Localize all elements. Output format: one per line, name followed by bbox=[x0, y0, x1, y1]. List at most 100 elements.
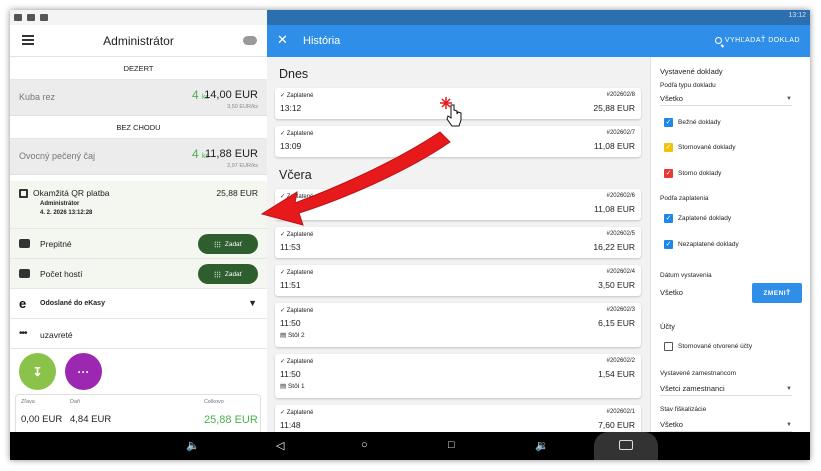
checkbox-unpaid-docs[interactable]: ✓ bbox=[664, 240, 673, 249]
doc-status: ✓ Zaplatené bbox=[280, 131, 314, 137]
doc-amount: 6,15 EUR bbox=[598, 318, 635, 328]
volume-down-icon[interactable]: 🔈 bbox=[186, 439, 200, 452]
checkbox-regular-docs[interactable]: ✓ bbox=[664, 118, 673, 127]
checkbox-canceled-open-accounts[interactable] bbox=[664, 342, 673, 351]
document-card[interactable]: ✓ Zaplatené #202602/7 13:09 11,08 EUR bbox=[275, 126, 641, 157]
camera-icon bbox=[619, 440, 633, 450]
qr-payment-row[interactable]: Okamžitá QR platba Administrátor 4. 2. 2… bbox=[10, 181, 267, 229]
paid-docs-label: Zaplatené doklady bbox=[678, 215, 732, 222]
tax-value: 4,84 EUR bbox=[70, 414, 112, 425]
doc-table: ▤ Stôl 2 bbox=[280, 332, 305, 339]
doc-status: ✓ Zaplatené bbox=[280, 93, 314, 99]
doc-time: 11:50 bbox=[280, 318, 301, 328]
doc-number: #202602/8 bbox=[606, 92, 635, 98]
checkbox-canceled-docs[interactable]: ✓ bbox=[664, 143, 673, 152]
tax-label: Daň bbox=[70, 399, 81, 405]
order-panel: Administrátor DEZERT Kuba rez 4 ks 14,00… bbox=[10, 10, 267, 432]
document-card[interactable]: ✓ Zaplatené #202602/3 11:50 6,15 EUR ▤ S… bbox=[275, 303, 641, 347]
tip-hand-icon bbox=[19, 239, 30, 248]
chevron-down-icon[interactable]: ▼ bbox=[248, 298, 257, 308]
volume-up-icon[interactable]: 🔉 bbox=[535, 439, 549, 452]
document-card[interactable]: ✓ Zaplatené #202602/8 13:12 25,88 EUR bbox=[275, 88, 641, 119]
enter-tip-button[interactable]: Zadať bbox=[198, 234, 258, 254]
document-card[interactable]: ✓ Zaplatené #202602/2 11:50 1,54 EUR ▤ S… bbox=[275, 354, 641, 398]
guests-label: Počet hostí bbox=[40, 269, 83, 279]
system-nav-bar: 🔈 ◁ ○ □ 🔉 bbox=[10, 432, 810, 460]
payment-amount: 25,88 EUR bbox=[216, 188, 258, 198]
doc-number: #202602/5 bbox=[606, 231, 635, 237]
status-bar-left bbox=[10, 10, 267, 25]
doc-amount: 1,54 EUR bbox=[598, 369, 635, 379]
doc-status: ✓ Zaplatené bbox=[280, 308, 314, 314]
order-item[interactable]: Ovocný pečený čaj 4 ks 11,88 EUR 2,97 EU… bbox=[10, 139, 267, 175]
closed-row[interactable]: ••• uzavreté bbox=[10, 319, 267, 349]
recents-icon[interactable]: □ bbox=[448, 439, 455, 451]
document-card[interactable]: ✓ Zaplatené #202602/6 11,08 EUR bbox=[275, 189, 641, 220]
doc-number: #202602/1 bbox=[606, 409, 635, 415]
unpaid-docs-label: Nezaplatené doklady bbox=[678, 241, 739, 248]
more-dots-icon: ••• bbox=[19, 328, 27, 339]
download-button[interactable]: ↧ bbox=[19, 353, 56, 390]
doc-status: ✓ Zaplatené bbox=[280, 194, 314, 200]
order-item[interactable]: Kuba rez 4 ks 14,00 EUR 3,50 EUR/ks bbox=[10, 80, 267, 116]
network-icon bbox=[754, 14, 774, 20]
totals-card: Zľava 0,00 EUR Daň 4,84 EUR Celkovo 25,8… bbox=[15, 394, 261, 432]
closed-label: uzavreté bbox=[40, 330, 73, 340]
doc-amount: 11,08 EUR bbox=[594, 141, 635, 151]
storno-docs-label: Storno doklady bbox=[678, 170, 722, 177]
gallery-notification-icon bbox=[27, 14, 35, 21]
checkbox-storno-docs[interactable]: ✓ bbox=[664, 169, 673, 178]
ekasy-label: Odoslané do eKasy bbox=[40, 300, 105, 307]
doc-time: 11:51 bbox=[280, 280, 301, 290]
hamburger-menu-icon[interactable] bbox=[22, 35, 34, 45]
dropdown-caret-icon: ▼ bbox=[786, 96, 792, 102]
doc-number: #202602/6 bbox=[606, 193, 635, 199]
document-card[interactable]: ✓ Zaplatené #202602/5 11:53 16,22 EUR bbox=[275, 227, 641, 258]
doc-time: 13:12 bbox=[280, 103, 302, 113]
table-icon: ▤ bbox=[280, 332, 287, 339]
status-bar: 13:12 bbox=[267, 10, 810, 25]
table-icon: ▤ bbox=[280, 383, 287, 390]
change-date-button[interactable]: ZMENIŤ bbox=[752, 283, 802, 303]
regular-docs-label: Bežné doklady bbox=[678, 119, 721, 126]
doc-type-select[interactable]: Všetko ▼ bbox=[660, 94, 792, 106]
doc-amount: 7,60 EUR bbox=[598, 420, 635, 430]
doc-time: 11:50 bbox=[280, 369, 301, 379]
item-unit-price: 2,97 EUR/ks bbox=[227, 163, 258, 169]
discount-value: 0,00 EUR bbox=[21, 414, 63, 425]
fiscal-status-label: Stav fiškalizácie bbox=[660, 406, 707, 413]
item-price: 14,00 EUR bbox=[204, 89, 258, 101]
doc-amount: 25,88 EUR bbox=[593, 103, 635, 113]
ekasy-row[interactable]: e Odoslané do eKasy ▼ bbox=[10, 289, 267, 319]
document-card[interactable]: ✓ Zaplatené #202602/1 11:48 7,60 EUR bbox=[275, 405, 641, 432]
keypad-icon bbox=[213, 270, 221, 278]
keypad-icon bbox=[213, 240, 221, 248]
employee-select[interactable]: Všetci zamestnanci ▼ bbox=[660, 384, 792, 396]
canceled-docs-label: Stornované doklady bbox=[678, 144, 736, 151]
payment-user: Administrátor bbox=[40, 201, 80, 207]
back-icon[interactable]: ◁ bbox=[276, 439, 284, 452]
employee-filter-label: Vystavené zamestnancom bbox=[660, 370, 736, 377]
screenshot-button[interactable] bbox=[594, 432, 658, 460]
user-title: Administrátor bbox=[103, 33, 174, 48]
doc-status: ✓ Zaplatené bbox=[280, 410, 314, 416]
document-card[interactable]: ✓ Zaplatené #202602/4 11:51 3,50 EUR bbox=[275, 265, 641, 296]
fiscal-status-select[interactable]: Všetko ▼ bbox=[660, 420, 792, 432]
home-icon[interactable]: ○ bbox=[361, 439, 368, 451]
doc-number: #202602/2 bbox=[606, 358, 635, 364]
download-icon: ↧ bbox=[32, 364, 43, 379]
tip-row: Prepitné Zadať bbox=[10, 229, 267, 259]
enter-guests-button[interactable]: Zadať bbox=[198, 264, 258, 284]
doc-number: #202602/4 bbox=[606, 269, 635, 275]
checkbox-paid-docs[interactable]: ✓ bbox=[664, 214, 673, 223]
day-header: Dnes bbox=[279, 67, 309, 81]
close-icon[interactable]: ✕ bbox=[277, 32, 288, 48]
cloud-sync-icon[interactable] bbox=[243, 36, 257, 45]
more-button[interactable]: ··· bbox=[65, 353, 102, 390]
search-document-button[interactable]: VYHĽADAŤ DOKLAD bbox=[714, 37, 800, 44]
more-dots-icon: ··· bbox=[77, 364, 90, 379]
section-header-bez-chodu: BEZ CHODU bbox=[10, 116, 267, 139]
device-screen: Administrátor DEZERT Kuba rez 4 ks 14,00… bbox=[10, 10, 810, 460]
document-list: Dnes ✓ Zaplatené #202602/8 13:12 25,88 E… bbox=[267, 57, 650, 432]
doc-number: #202602/3 bbox=[606, 307, 635, 313]
